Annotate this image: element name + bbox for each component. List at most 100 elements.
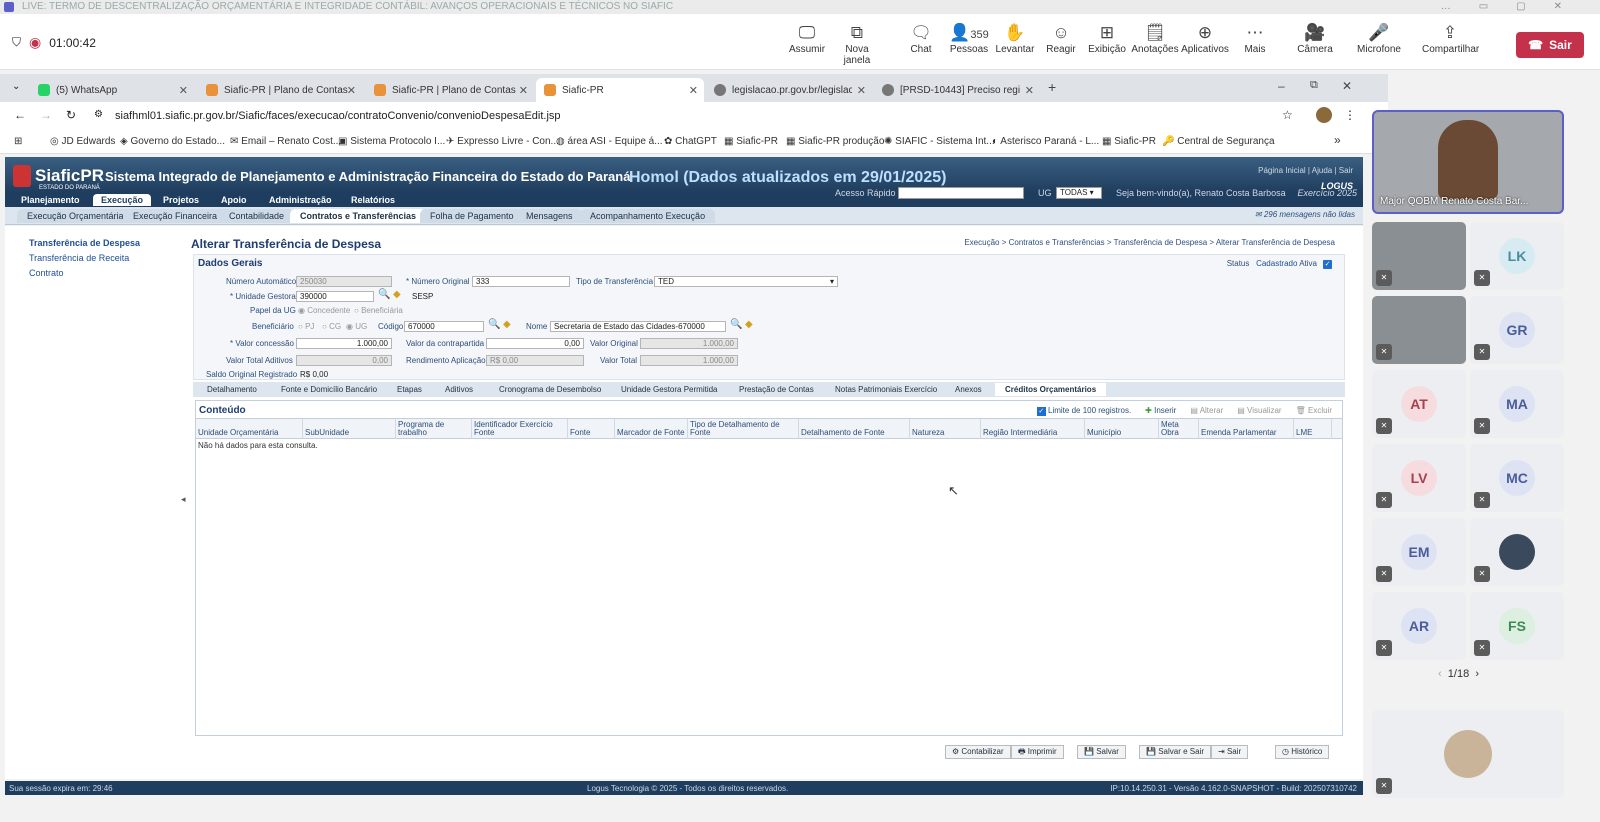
more-bookmarks-icon[interactable]: » (1334, 133, 1341, 147)
new-tab-icon[interactable]: + (1048, 79, 1056, 95)
ativa-checkbox[interactable]: ✓ (1323, 260, 1332, 269)
close-icon[interactable]: ✕ (519, 84, 528, 97)
col-identificador-exercicio[interactable]: Identificador Exercício Fonte (472, 419, 568, 439)
bookmark-area-asi[interactable]: ◍ área ASI - Equipe á... (556, 136, 663, 147)
col-natureza[interactable]: Natureza (910, 419, 981, 439)
share-button[interactable]: ⇪ Compartilhar (1422, 22, 1479, 55)
submenu-exec-orcamentaria[interactable]: Execução Orçamentária (17, 209, 134, 223)
close-icon[interactable]: ✕ (1025, 84, 1034, 97)
microphone-button[interactable]: 🎤 Microfone (1354, 22, 1404, 55)
profile-avatar[interactable] (1316, 107, 1332, 123)
col-regiao-intermediaria[interactable]: Região Intermediária (981, 419, 1085, 439)
main-speaker-video[interactable]: Major QOBM Renato Costa Bar... (1372, 110, 1564, 214)
ug-select[interactable]: TODAS ▾ (1056, 187, 1102, 199)
tab-prsd[interactable]: [PRSD-10443] Preciso registrar✕ (874, 78, 1040, 102)
tipo-transferencia-select[interactable]: TED ▾ (654, 276, 838, 287)
search-icon[interactable]: 🔍 (488, 319, 500, 330)
unread-messages[interactable]: ✉ 296 mensagens não lidas (1255, 210, 1355, 219)
nav-transf-receita[interactable]: Transferência de Receita (29, 253, 140, 263)
radio-beneficiaria[interactable]: ○ Beneficiária (354, 306, 403, 315)
participant-tile-mc[interactable]: MC ✕ (1470, 444, 1564, 512)
bookmark-expresso[interactable]: ✈ Expresso Livre - Con... (446, 136, 559, 147)
notes-button[interactable]: 🗒 Anotações (1130, 22, 1180, 55)
tab-whatsapp[interactable]: (5) WhatsApp ✕ (30, 78, 194, 102)
menu-planejamento[interactable]: Planejamento (13, 194, 88, 206)
apps-button[interactable]: ⊕ Aplicativos (1180, 22, 1230, 55)
col-emenda-parlamentar[interactable]: Emenda Parlamentar (1199, 419, 1294, 439)
tab-fonte-domicilio[interactable]: Fonte e Domicílio Bancário (271, 383, 387, 396)
leave-button[interactable]: ☎ Sair (1516, 32, 1584, 58)
tab-siafic-active[interactable]: Siafic-PR ✕ (536, 78, 704, 102)
close-icon[interactable]: ✕ (857, 84, 866, 97)
participant-tile-at[interactable]: AT ✕ (1372, 370, 1466, 438)
radio-pj[interactable]: ○ PJ (298, 322, 314, 331)
valor-concessao-field[interactable]: 1.000,00 (296, 338, 392, 349)
unidade-gestora-field[interactable]: 390000 (296, 291, 374, 302)
participant-tile-fs[interactable]: FS ✕ (1470, 592, 1564, 660)
delete-button[interactable]: 🗑 Excluir (1296, 406, 1332, 416)
apps-grid-icon[interactable]: ⊞ (14, 136, 22, 147)
close-window-icon[interactable]: ✕ (1342, 79, 1352, 93)
participant-photo-3[interactable]: ✕ (1470, 518, 1564, 586)
bookmark-siafic-pr-2[interactable]: ▦ Siafic-PR (1102, 136, 1156, 147)
col-marcador-fonte[interactable]: Marcador de Fonte (615, 419, 688, 439)
tab-cronograma[interactable]: Cronograma de Desembolso (489, 383, 611, 396)
forward-icon[interactable]: → (40, 108, 52, 122)
contabilizar-button[interactable]: ⚙ Contabilizar (945, 745, 1011, 759)
url-input[interactable]: siafhml01.siafic.pr.gov.br/Siafic/faces/… (115, 110, 561, 122)
participant-tile-lk[interactable]: LK ✕ (1470, 222, 1564, 290)
tab-aditivos[interactable]: Aditivos (435, 383, 483, 396)
participant-photo-2[interactable]: ✕ (1372, 296, 1466, 364)
radio-concedente[interactable]: ◉ Concedente (298, 306, 350, 315)
submenu-exec-financeira[interactable]: Execução Financeira (123, 209, 228, 223)
chat-button[interactable]: 🗨 Chat (896, 22, 946, 55)
site-info-icon[interactable]: ⚙ (94, 109, 103, 120)
bookmark-siafic-sistema[interactable]: ✺ SIAFIC - Sistema Int... (884, 136, 995, 147)
participant-tile-lv[interactable]: LV ✕ (1372, 444, 1466, 512)
col-fonte[interactable]: Fonte (568, 419, 615, 439)
bookmark-protocolo[interactable]: ▣ Sistema Protocolo I... (338, 136, 445, 147)
bookmark-star-icon[interactable]: ☆ (1282, 108, 1293, 122)
menu-apoio[interactable]: Apoio (213, 194, 255, 206)
menu-execucao[interactable]: Execução (93, 194, 152, 206)
salvar-button[interactable]: 💾 Salvar (1077, 745, 1126, 759)
insert-button[interactable]: ✚ Inserir (1145, 406, 1176, 416)
restore-icon[interactable]: ⧉ (1310, 79, 1318, 92)
minimize-icon[interactable]: – (1278, 79, 1285, 93)
lookup-icon[interactable]: ◆ (503, 319, 511, 330)
participant-tile-em[interactable]: EM ✕ (1372, 518, 1466, 586)
lookup-icon[interactable]: ◆ (393, 289, 401, 300)
nav-transf-despesa[interactable]: Transferência de Despesa (29, 238, 140, 248)
radio-cg[interactable]: ○ CG (322, 322, 341, 331)
nome-field[interactable]: Secretaria de Estado das Cidades-670000 (550, 321, 726, 332)
col-lme[interactable]: LME (1294, 419, 1332, 439)
tab-plano-contas-2[interactable]: Siafic-PR | Plano de Contas ✕ (366, 78, 534, 102)
raise-hand-button[interactable]: ✋ Levantar (990, 22, 1040, 55)
header-links[interactable]: Página Inicial | Ajuda | Sair (1258, 166, 1353, 175)
participant-tile-ar[interactable]: AR ✕ (1372, 592, 1466, 660)
react-button[interactable]: ☺ Reagir (1036, 22, 1086, 55)
tab-search-icon[interactable]: ⌄ (12, 81, 20, 92)
bookmark-siafic-producao[interactable]: ▦ Siafic-PR produção (786, 136, 884, 147)
bookmark-jd-edwards[interactable]: ◎ JD Edwards (50, 136, 115, 147)
tab-notas-patrimoniais[interactable]: Notas Patrimoniais Exercício (825, 383, 947, 396)
codigo-field[interactable]: 670000 (404, 321, 484, 332)
tab-ug-permitida[interactable]: Unidade Gestora Permitida (611, 383, 728, 396)
menu-projetos[interactable]: Projetos (155, 194, 207, 206)
col-meta-obra[interactable]: Meta Obra (1159, 419, 1199, 439)
submenu-contratos[interactable]: Contratos e Transferências (290, 209, 427, 223)
bookmark-email[interactable]: ✉ Email – Renato Cost... (230, 136, 341, 147)
view-button[interactable]: ▤ Visualizar (1237, 406, 1281, 416)
camera-button[interactable]: 🎥 Câmera (1290, 22, 1340, 55)
back-icon[interactable]: ← (14, 108, 26, 122)
salvar-sair-button[interactable]: 💾 Salvar e Sair (1139, 745, 1211, 759)
close-icon[interactable]: ✕ (689, 84, 698, 97)
col-unidade-orcamentaria[interactable]: Unidade Orçamentária (196, 419, 303, 439)
col-programa-trabalho[interactable]: Programa de trabalho (396, 419, 472, 439)
menu-administracao[interactable]: Administração (261, 194, 340, 206)
take-control-button[interactable]: 🖵 Assumir (782, 22, 832, 55)
more-button[interactable]: ⋯ Mais (1230, 22, 1280, 55)
col-subunidade[interactable]: SubUnidade (303, 419, 396, 439)
radio-ug[interactable]: ◉ UG (346, 322, 367, 331)
chevron-right-icon[interactable]: › (1475, 668, 1479, 680)
